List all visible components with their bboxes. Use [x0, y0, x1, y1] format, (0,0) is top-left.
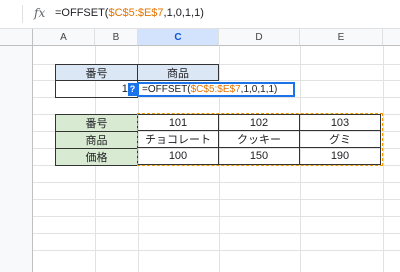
table-cell[interactable]: 101: [138, 114, 219, 131]
lookup-header-product[interactable]: 商品: [137, 64, 219, 81]
formula-prefix: =OFFSET(: [55, 7, 109, 19]
table-cell[interactable]: チョコレート: [138, 131, 219, 148]
grid-line: [33, 182, 400, 183]
column-header-e[interactable]: E: [300, 29, 383, 46]
column-header-c[interactable]: C: [138, 29, 219, 46]
table-cell[interactable]: 102: [219, 114, 300, 131]
grid-line: [33, 216, 400, 217]
table-cell[interactable]: 150: [219, 148, 300, 165]
grid-line: [33, 250, 400, 251]
formula-text[interactable]: =OFFSET($C$5:$E$7,1,0,1,1): [55, 7, 204, 19]
cell-formula-editor[interactable]: =OFFSET($C$5:$E$7,1,0,1,1): [137, 82, 295, 97]
lookup-value-cell[interactable]: 10: [55, 80, 138, 98]
grid-line: [33, 199, 400, 200]
grid-line: [33, 233, 400, 234]
formula-bar-divider: [22, 5, 23, 23]
table-cell[interactable]: 103: [300, 114, 381, 131]
table-cell[interactable]: 190: [300, 148, 381, 165]
formula-help-icon[interactable]: ?: [128, 83, 137, 96]
row-label-product[interactable]: 商品: [55, 131, 138, 149]
row-label-price[interactable]: 価格: [55, 148, 138, 166]
select-all-corner[interactable]: [0, 29, 33, 46]
table-cell[interactable]: クッキー: [219, 131, 300, 148]
column-header-b[interactable]: B: [95, 29, 138, 46]
formula-bar[interactable]: fx =OFFSET($C$5:$E$7,1,0,1,1): [0, 0, 400, 29]
formula-range: $C$5:$E$7: [108, 7, 164, 19]
table-cell[interactable]: グミ: [300, 131, 381, 148]
lookup-header-number[interactable]: 番号: [55, 64, 138, 81]
column-header-d[interactable]: D: [219, 29, 300, 46]
column-header-f[interactable]: [383, 29, 400, 46]
fx-icon: fx: [34, 6, 46, 20]
editor-range: $C$5:$E$7: [190, 84, 241, 95]
formula-suffix: ,1,0,1,1): [163, 7, 204, 19]
table-cell[interactable]: 100: [138, 148, 219, 165]
editor-prefix: =OFFSET(: [142, 84, 191, 95]
column-header-a[interactable]: A: [33, 29, 95, 46]
editor-suffix: ,1,0,1,1): [240, 84, 278, 95]
row-header-strip[interactable]: [0, 46, 33, 272]
row-label-number[interactable]: 番号: [55, 114, 138, 132]
